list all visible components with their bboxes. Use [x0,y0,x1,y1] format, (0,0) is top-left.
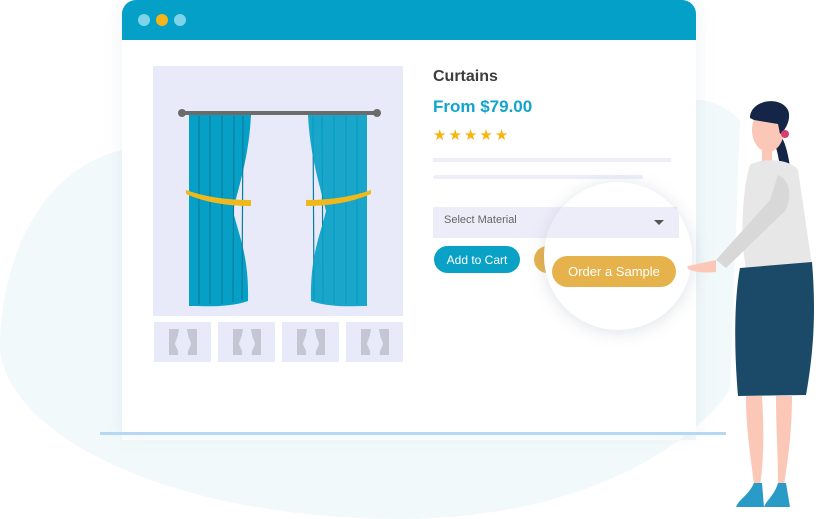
ground-line [100,432,726,435]
add-to-cart-button[interactable]: Add to Cart [434,246,520,273]
neck [762,148,772,162]
thumbnail-4[interactable] [346,322,403,362]
product-price: From $79.00 [433,97,533,116]
star-icon: ★ [479,127,493,144]
star-icon: ★ [433,127,447,144]
hair-tie [781,130,789,138]
order-sample-button[interactable]: Order a Sample [552,256,676,287]
thumbnail-2[interactable] [218,322,275,362]
thumbnail-strip [154,322,403,362]
curtain-thumbnail-icon [296,329,325,355]
product-title: Curtains [433,68,498,85]
star-icon: ★ [463,127,478,144]
rating-stars: ★ ★ ★ ★ ★ [433,126,508,144]
description-placeholder-line [433,158,671,162]
chevron-down-icon [654,220,664,225]
thumbnail-3[interactable] [282,322,339,362]
curtains-illustration-icon [178,109,381,307]
product-main-image [153,66,403,316]
shoes [736,483,790,507]
skirt [735,262,814,396]
hand [687,260,716,273]
woman-illustration [687,101,814,507]
thumbnail-1[interactable] [154,322,211,362]
legs [746,396,792,485]
material-select-placeholder: Select Material [444,214,517,226]
star-icon: ★ [448,127,462,144]
right-curtain [308,115,367,307]
window-titlebar [122,0,696,40]
description-placeholder-line [433,175,643,179]
curtain-thumbnail-icon [360,329,389,355]
curtain-thumbnail-icon [168,329,197,355]
window-control-minimize[interactable] [156,14,168,26]
window-control-close[interactable] [138,14,150,26]
curtain-thumbnail-icon [232,329,261,355]
star-icon: ★ [494,127,509,144]
window-control-maximize[interactable] [174,14,186,26]
